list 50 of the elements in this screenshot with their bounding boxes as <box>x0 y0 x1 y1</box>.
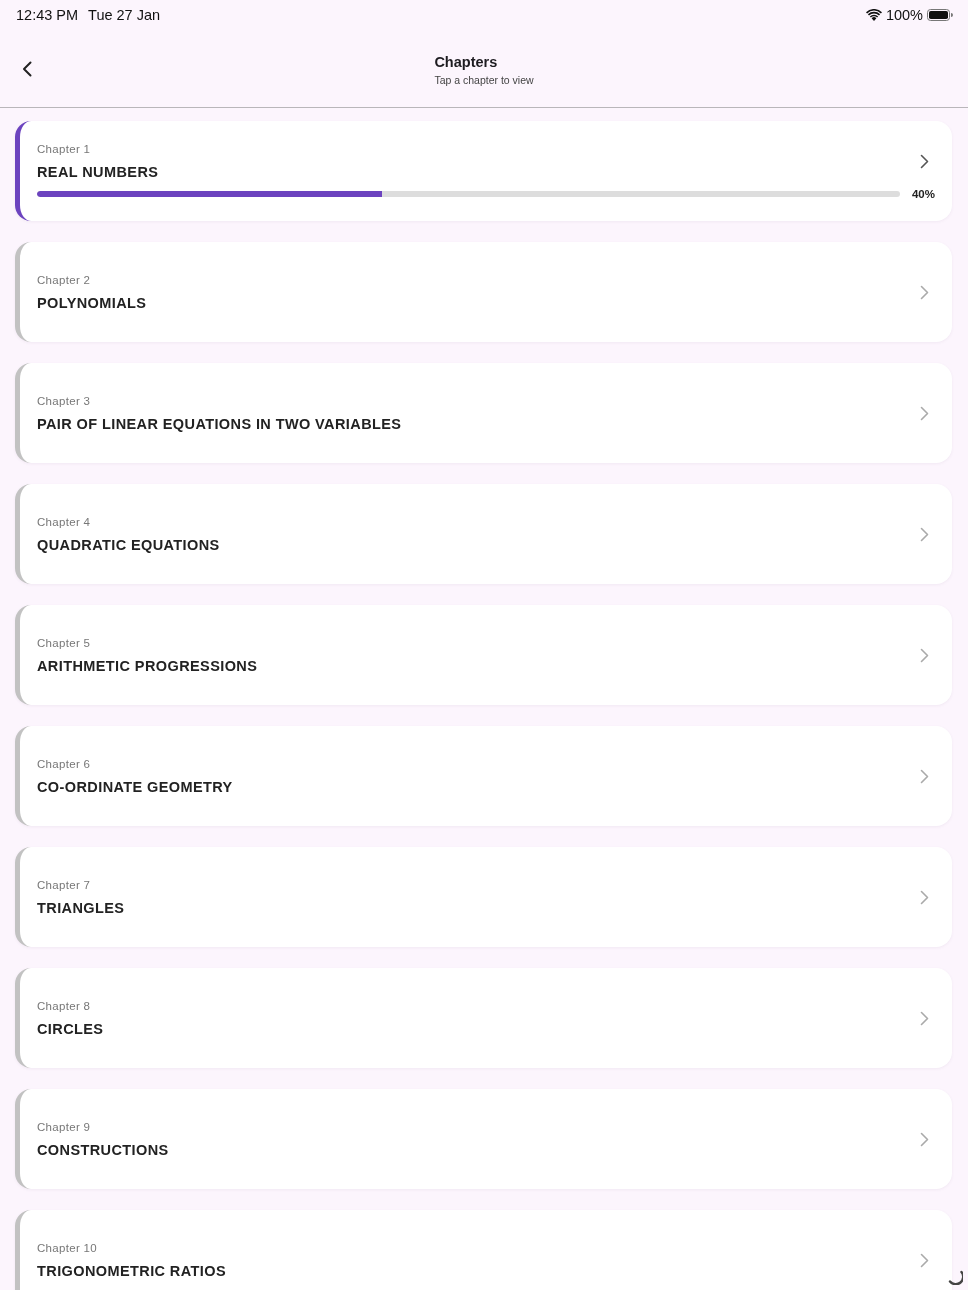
chapter-title: REAL NUMBERS <box>37 163 159 182</box>
chevron-right-icon <box>920 405 929 421</box>
chapter-number: Chapter 5 <box>37 635 91 651</box>
chevron-left-icon <box>21 60 33 77</box>
chapter-number: Chapter 4 <box>37 514 91 530</box>
chapter-title: POLYNOMIALS <box>37 293 147 313</box>
chapter-card[interactable]: Chapter 6 CO-ORDINATE GEOMETRY <box>15 726 952 826</box>
page-subtitle: Tap a chapter to view <box>434 72 534 87</box>
chapter-card[interactable]: Chapter 9 CONSTRUCTIONS <box>15 1089 952 1189</box>
chapter-number: Chapter 6 <box>37 756 91 772</box>
chapter-number: Chapter 2 <box>37 272 91 288</box>
chapter-number: Chapter 9 <box>37 1119 91 1135</box>
status-date: Tue 27 Jan <box>88 7 161 23</box>
chevron-right-icon <box>920 1252 929 1268</box>
wifi-icon <box>865 9 882 21</box>
chapter-title: CO-ORDINATE GEOMETRY <box>37 777 233 797</box>
chapter-title: TRIGONOMETRIC RATIOS <box>37 1261 226 1281</box>
chevron-right-icon <box>920 284 929 300</box>
page-title: Chapters <box>434 52 498 71</box>
chapter-number: Chapter 1 <box>37 142 91 157</box>
chapter-card[interactable]: Chapter 1 REAL NUMBERS 40% <box>15 121 952 221</box>
chevron-right-icon <box>920 526 929 542</box>
chapter-card[interactable]: Chapter 10 TRIGONOMETRIC RATIOS <box>15 1210 952 1290</box>
chapter-title: ARITHMETIC PROGRESSIONS <box>37 656 258 676</box>
chapter-number: Chapter 3 <box>37 393 91 409</box>
chapter-card[interactable]: Chapter 3 PAIR OF LINEAR EQUATIONS IN TWO VARIABLES <box>15 363 952 463</box>
chapter-number: Chapter 8 <box>37 998 91 1014</box>
chevron-right-icon <box>920 768 929 784</box>
chapter-number: Chapter 10 <box>37 1240 97 1256</box>
battery-percent: 100% <box>885 7 923 23</box>
chevron-right-icon <box>920 647 929 663</box>
chevron-right-icon <box>920 889 929 905</box>
chapter-card[interactable]: Chapter 5 ARITHMETIC PROGRESSIONS <box>15 605 952 705</box>
spinner-icon <box>948 1270 963 1285</box>
chapter-card[interactable]: Chapter 4 QUADRATIC EQUATIONS <box>15 484 952 584</box>
status-time: 12:43 PM <box>16 7 79 23</box>
chapter-number: Chapter 7 <box>37 877 91 893</box>
progress-percent: 40% <box>911 187 935 201</box>
chapter-title: CONSTRUCTIONS <box>37 1140 169 1160</box>
chapter-title: TRIANGLES <box>37 898 125 918</box>
chapter-card[interactable]: Chapter 2 POLYNOMIALS <box>15 242 952 342</box>
chevron-right-icon <box>920 154 929 169</box>
chapter-title: QUADRATIC EQUATIONS <box>37 535 220 555</box>
chapter-title: PAIR OF LINEAR EQUATIONS IN TWO VARIABLES <box>37 414 402 434</box>
chevron-right-icon <box>920 1010 929 1026</box>
chapter-card[interactable]: Chapter 8 CIRCLES <box>15 968 952 1068</box>
chapter-card[interactable]: Chapter 7 TRIANGLES <box>15 847 952 947</box>
battery-icon <box>927 9 953 21</box>
chevron-right-icon <box>920 1131 929 1147</box>
chapter-title: CIRCLES <box>37 1019 104 1039</box>
